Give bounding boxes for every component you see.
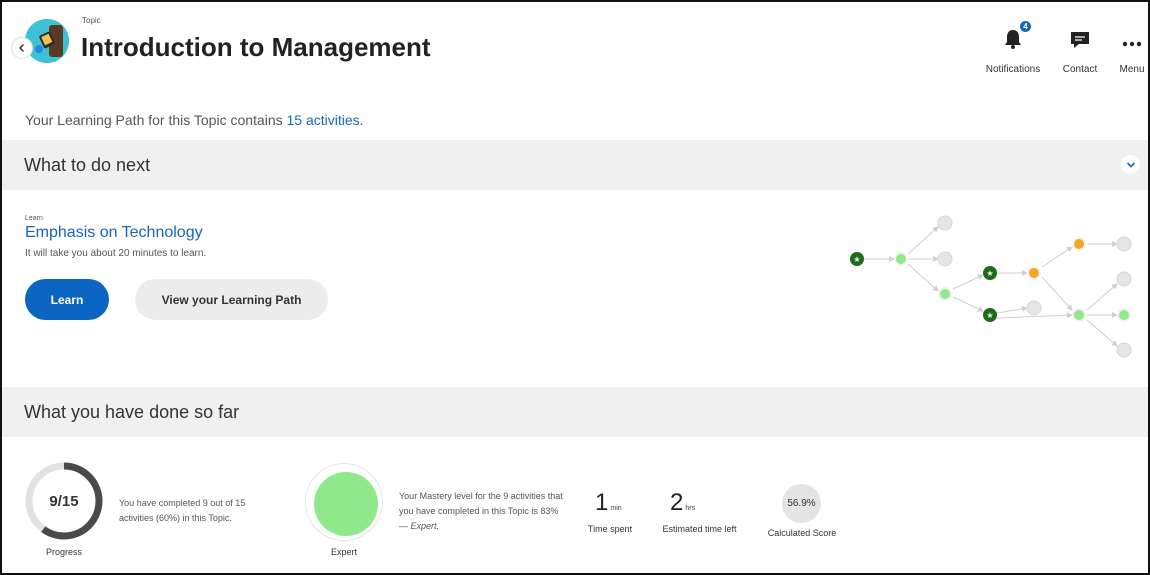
score-circle: 56.9% xyxy=(782,484,821,523)
summary-prefix: Your Learning Path for this Topic contai… xyxy=(25,112,283,128)
completed-node: ★ xyxy=(983,308,997,322)
in-progress-node xyxy=(1074,239,1084,249)
topic-label: Topic xyxy=(82,16,101,25)
progress-description: You have completed 9 out of 15 activitie… xyxy=(119,498,246,523)
notifications-button[interactable]: 4 Notifications xyxy=(984,20,1042,84)
chevron-left-icon xyxy=(18,43,25,53)
locked-node xyxy=(1116,271,1132,287)
locked-node xyxy=(937,215,953,231)
notifications-label: Notifications xyxy=(985,64,1041,75)
menu-label: Menu xyxy=(1119,64,1145,75)
what-to-do-next-bar[interactable]: What to do next xyxy=(2,140,1148,190)
learning-path-summary: Your Learning Path for this Topic contai… xyxy=(25,112,364,128)
next-activity-title[interactable]: Emphasis on Technology xyxy=(25,224,203,242)
time-left-unit: hrs xyxy=(685,505,696,512)
svg-text:★: ★ xyxy=(986,269,993,278)
progress-label: Progress xyxy=(45,547,82,557)
done-so-far-bar: What you have done so far xyxy=(2,387,1148,437)
next-activity-type: Learn xyxy=(25,215,43,222)
more-dots-icon xyxy=(1122,41,1142,47)
path-nodes: ★ ★ ★ xyxy=(850,215,1132,358)
mastered-node xyxy=(896,254,906,264)
time-left-value: 2 hrs xyxy=(670,489,695,517)
in-progress-node xyxy=(1029,268,1039,278)
locked-node xyxy=(1116,342,1132,358)
section-title: What to do next xyxy=(24,154,151,175)
chevron-down-icon xyxy=(1126,161,1135,168)
progress-value: 9/15 xyxy=(49,492,79,510)
header: Topic Introduction to Management 4 Notif… xyxy=(2,2,1148,97)
page-title: Introduction to Management xyxy=(81,32,431,62)
view-learning-path-button[interactable]: View your Learning Path xyxy=(135,279,328,320)
mastered-node xyxy=(1119,310,1129,320)
expand-button[interactable] xyxy=(1121,155,1140,174)
summary-suffix: . xyxy=(359,112,364,128)
mastery-description: Your Mastery level for the 9 activities … xyxy=(399,489,564,534)
time-spent-label: Time spent xyxy=(587,524,633,534)
menu-button[interactable]: Menu xyxy=(1117,24,1147,84)
completed-node: ★ xyxy=(850,252,864,266)
locked-node xyxy=(937,251,953,267)
svg-text:★: ★ xyxy=(853,255,860,264)
svg-text:★: ★ xyxy=(986,311,993,320)
contact-button[interactable]: Contact xyxy=(1060,24,1100,84)
learn-button[interactable]: Learn xyxy=(25,279,109,320)
mastery-indicator xyxy=(314,472,378,536)
app-frame: Topic Introduction to Management 4 Notif… xyxy=(0,0,1150,575)
mastered-node xyxy=(1074,310,1084,320)
mastery-label: Expert xyxy=(330,547,357,557)
notification-badge: 4 xyxy=(1019,20,1032,33)
locked-node xyxy=(1116,236,1132,252)
time-spent-value: 1 min xyxy=(595,489,622,517)
topic-illustration-icon xyxy=(25,19,69,63)
time-left-number: 2 xyxy=(670,489,684,516)
learning-path-graph: ★ ★ ★ xyxy=(850,215,1132,358)
activities-link[interactable]: 15 activities xyxy=(287,112,360,128)
completed-node: ★ xyxy=(983,266,997,280)
next-activity-subtitle: It will take you about 20 minutes to lea… xyxy=(25,248,207,259)
chat-icon xyxy=(1071,32,1089,48)
topic-avatar xyxy=(25,19,69,63)
mastered-node xyxy=(940,289,950,299)
locked-node xyxy=(1026,300,1042,316)
score-label: Calculated Score xyxy=(767,528,837,538)
section-title: What you have done so far xyxy=(24,401,240,422)
back-button[interactable] xyxy=(11,37,33,59)
mastery-level: Expert. xyxy=(410,521,440,531)
time-spent-unit: min xyxy=(610,505,622,512)
time-left-label: Estimated time left xyxy=(662,524,737,534)
time-spent-number: 1 xyxy=(595,489,609,516)
contact-label: Contact xyxy=(1062,64,1098,75)
